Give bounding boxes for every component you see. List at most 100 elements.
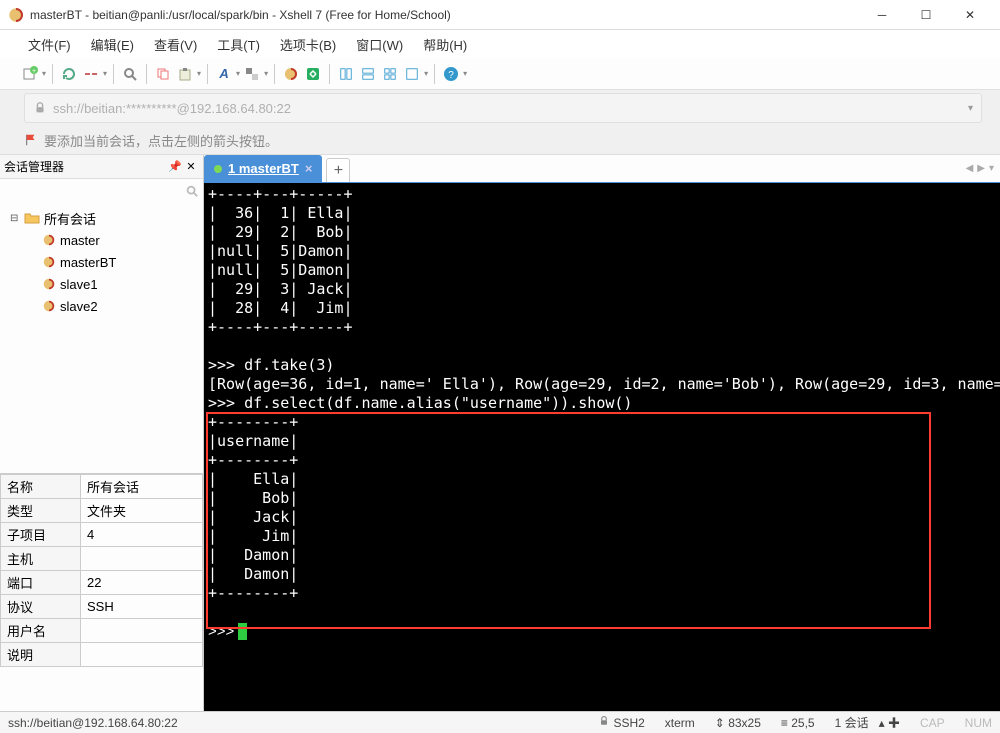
find-icon[interactable]	[120, 64, 140, 84]
prop-key: 用户名	[1, 619, 81, 643]
hint-bar: 要添加当前会话，点击左侧的箭头按钮。	[0, 126, 1000, 154]
prop-key: 说明	[1, 643, 81, 667]
menu-view[interactable]: 查看(V)	[146, 32, 205, 57]
paste-icon[interactable]	[175, 64, 195, 84]
prop-row: 端口22	[1, 571, 203, 595]
prop-row: 名称所有会话	[1, 475, 203, 499]
svg-text:?: ?	[448, 70, 454, 81]
tree-root[interactable]: ⊟ 所有会话	[6, 207, 197, 229]
search-icon[interactable]	[185, 184, 199, 198]
sidebar-close-icon[interactable]: ✕	[183, 159, 199, 175]
sidebar-title: 会话管理器	[4, 158, 167, 175]
folder-icon	[24, 210, 40, 226]
prop-value	[81, 643, 203, 667]
proto-icon	[598, 715, 610, 727]
xshell-icon[interactable]	[281, 64, 301, 84]
terminal-output-top: +----+---+-----+ | 36| 1| Ella| | 29| 2|…	[208, 185, 996, 394]
menu-tools[interactable]: 工具(T)	[209, 32, 268, 57]
status-cap: CAP	[920, 716, 945, 730]
prop-value: 文件夹	[81, 499, 203, 523]
session-icon	[42, 299, 56, 313]
prop-row: 说明	[1, 643, 203, 667]
watermark: CSDN @-北天-	[910, 710, 992, 711]
menu-bar: 文件(F) 编辑(E) 查看(V) 工具(T) 选项卡(B) 窗口(W) 帮助(…	[0, 30, 1000, 58]
status-connection: ssh://beitian@192.168.64.80:22	[8, 716, 178, 730]
tab-prev-icon[interactable]: ◀	[966, 163, 974, 174]
tab-next-icon[interactable]: ▶	[977, 163, 985, 174]
tile-h-icon[interactable]	[336, 64, 356, 84]
tree-item-slave1[interactable]: slave1	[6, 273, 197, 295]
prop-key: 端口	[1, 571, 81, 595]
menu-window[interactable]: 窗口(W)	[348, 32, 411, 57]
prop-value: SSH	[81, 595, 203, 619]
maximize-view-icon[interactable]	[402, 64, 422, 84]
window-title: masterBT - beitian@panli:/usr/local/spar…	[30, 8, 860, 22]
collapse-icon[interactable]: ⊟	[10, 213, 20, 224]
prop-key: 类型	[1, 499, 81, 523]
minimize-button[interactable]: ─	[860, 1, 904, 29]
menu-file[interactable]: 文件(F)	[20, 32, 79, 57]
menu-help[interactable]: 帮助(H)	[415, 32, 475, 57]
status-size: ⇕ 83x25	[715, 716, 761, 730]
tile-v-icon[interactable]	[358, 64, 378, 84]
new-tab-button[interactable]: +	[326, 158, 350, 182]
session-sidebar: 会话管理器 📌 ✕ ⊟ 所有会话 master masterBT sl	[0, 155, 204, 711]
connected-dot-icon	[214, 165, 222, 173]
xftp-icon[interactable]	[303, 64, 323, 84]
prop-row: 主机	[1, 547, 203, 571]
terminal-prompt: >>>	[208, 603, 996, 641]
svg-text:+: +	[32, 68, 36, 75]
terminal[interactable]: +----+---+-----+ | 36| 1| Ella| | 29| 2|…	[204, 183, 1000, 711]
prop-row: 子项目4	[1, 523, 203, 547]
prop-value: 所有会话	[81, 475, 203, 499]
font-icon[interactable]: A	[214, 64, 234, 84]
status-pos: ≡ 25,5	[781, 716, 815, 730]
tree-item-masterbt[interactable]: masterBT	[6, 251, 197, 273]
color-icon[interactable]	[242, 64, 262, 84]
properties-panel: 名称所有会话类型文件夹子项目4主机端口22协议SSH用户名说明	[0, 473, 203, 667]
address-bar[interactable]: ssh://beitian:**********@192.168.64.80:2…	[24, 93, 982, 123]
new-session-icon[interactable]: +	[20, 64, 40, 84]
status-num: NUM	[965, 716, 992, 730]
tab-menu-icon[interactable]: ▾	[989, 163, 994, 174]
status-bar: ssh://beitian@192.168.64.80:22 SSH2 xter…	[0, 711, 1000, 733]
prop-value	[81, 619, 203, 643]
session-tree: ⊟ 所有会话 master masterBT slave1 slave2	[0, 203, 203, 473]
help-icon[interactable]: ?	[441, 64, 461, 84]
tile-grid-icon[interactable]	[380, 64, 400, 84]
prop-key: 协议	[1, 595, 81, 619]
tree-item-master[interactable]: master	[6, 229, 197, 251]
session-icon	[42, 255, 56, 269]
status-sessions: 1 会话 ▴ ✚	[835, 714, 900, 731]
prop-row: 用户名	[1, 619, 203, 643]
flag-icon	[24, 133, 38, 147]
maximize-button[interactable]: ☐	[904, 1, 948, 29]
toolbar: +▾ ▾ ▾ A▾ ▾ ▾ ?▾	[0, 58, 1000, 90]
prop-key: 主机	[1, 547, 81, 571]
reconnect-icon[interactable]	[59, 64, 79, 84]
copy-icon[interactable]	[153, 64, 173, 84]
tab-masterbt[interactable]: 1 masterBT ×	[204, 155, 322, 182]
disconnect-icon[interactable]	[81, 64, 101, 84]
prop-key: 名称	[1, 475, 81, 499]
close-button[interactable]: ✕	[948, 1, 992, 29]
prop-value: 4	[81, 523, 203, 547]
lock-icon	[33, 101, 47, 115]
pin-icon[interactable]: 📌	[167, 159, 183, 175]
tab-close-icon[interactable]: ×	[305, 161, 313, 176]
title-bar: masterBT - beitian@panli:/usr/local/spar…	[0, 0, 1000, 30]
tab-label: 1 masterBT	[228, 161, 299, 176]
address-dropdown-icon[interactable]: ▾	[968, 103, 973, 114]
prop-row: 类型文件夹	[1, 499, 203, 523]
hint-text: 要添加当前会话，点击左侧的箭头按钮。	[44, 131, 278, 150]
session-icon	[42, 277, 56, 291]
app-icon	[8, 7, 24, 23]
cursor	[238, 623, 247, 640]
status-term: xterm	[665, 716, 695, 730]
prop-value: 22	[81, 571, 203, 595]
terminal-output-highlighted: >>> df.select(df.name.alias("username"))…	[208, 394, 996, 603]
menu-tabs[interactable]: 选项卡(B)	[272, 32, 344, 57]
menu-edit[interactable]: 编辑(E)	[83, 32, 142, 57]
tree-item-slave2[interactable]: slave2	[6, 295, 197, 317]
session-icon	[42, 233, 56, 247]
